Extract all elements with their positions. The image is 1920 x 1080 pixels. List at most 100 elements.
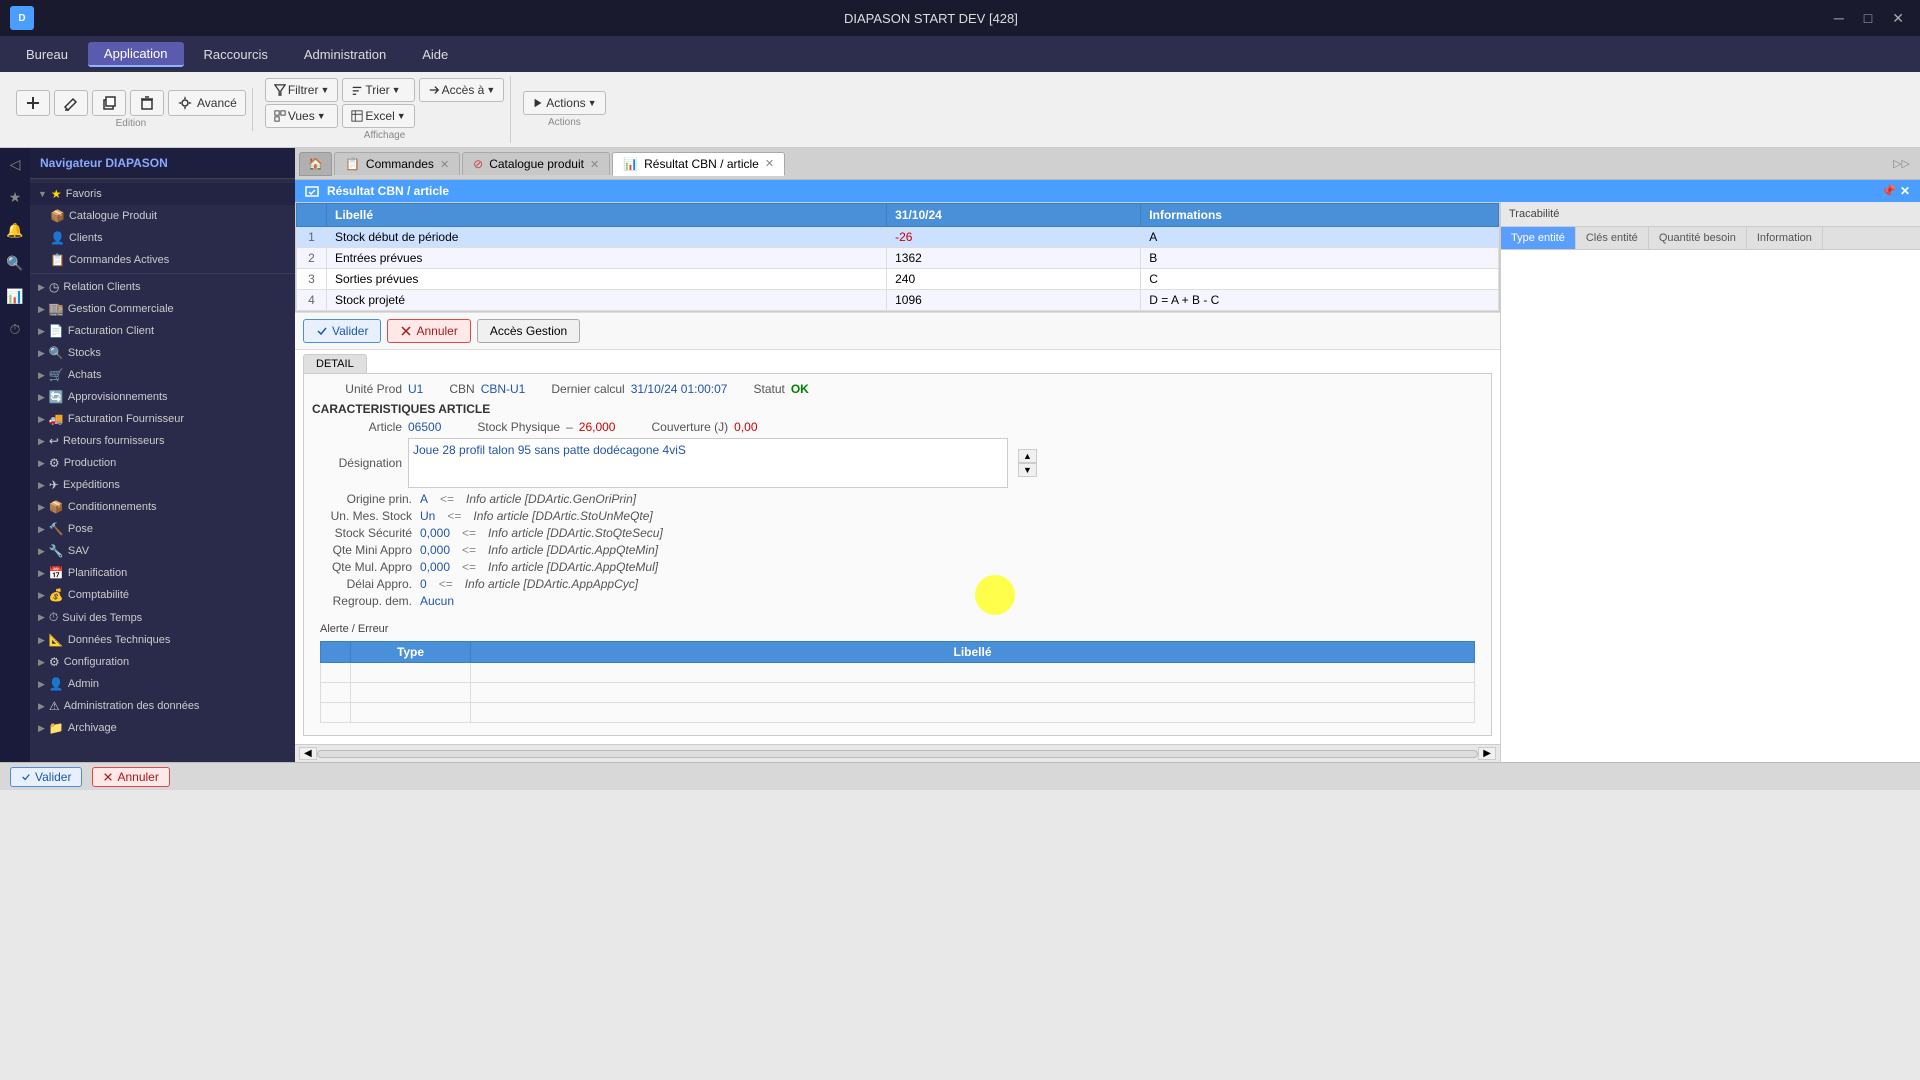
star-icon[interactable]: ★ <box>5 185 26 210</box>
toolbar-affichage-group: Filtrer ▼ Vues ▼ Trier ▼ Excel <box>259 76 511 143</box>
relation-arrow: ▶ <box>38 282 45 293</box>
menu-administration[interactable]: Administration <box>288 43 402 66</box>
toolbar-edition-buttons: Avancé <box>16 90 246 116</box>
sidebar-item-retours-fournisseurs[interactable]: ▶ ↩ Retours fournisseurs <box>30 430 295 452</box>
sidebar-item-suivi-temps[interactable]: ▶ ⏱ Suivi des Temps <box>30 606 295 629</box>
archivage-arrow: ▶ <box>38 723 45 734</box>
tab-catalogue[interactable]: ⊘ Catalogue produit ✕ <box>462 152 610 175</box>
access-button[interactable]: Accès à ▼ <box>419 78 505 102</box>
settings-button[interactable]: Avancé <box>168 90 246 116</box>
panel-pin-icon[interactable]: 📌 <box>1881 184 1896 198</box>
sidebar-item-catalogue[interactable]: 📦 Catalogue Produit <box>30 205 295 227</box>
toolbar: Avancé Edition Filtrer ▼ Vues ▼ <box>0 72 1920 148</box>
tab-resultat[interactable]: 📊 Résultat CBN / article ✕ <box>612 152 785 176</box>
sidebar-item-commandes-actives[interactable]: 📋 Commandes Actives <box>30 249 295 271</box>
statusbar-valider-button[interactable]: Valider <box>10 767 82 787</box>
menu-application[interactable]: Application <box>88 42 184 67</box>
sidebar-item-facturation-fournisseur[interactable]: ▶ 🚚 Facturation Fournisseur <box>30 408 295 430</box>
designation-scroll-down[interactable]: ▼ <box>1018 463 1037 477</box>
sidebar-item-comptabilite[interactable]: ▶ 💰 Comptabilité <box>30 584 295 606</box>
table-row[interactable]: 3 Sorties prévues 240 C <box>297 269 1499 290</box>
add-button[interactable] <box>16 90 50 116</box>
sidebar-item-admin[interactable]: ▶ 👤 Admin <box>30 673 295 695</box>
panel-close-icon[interactable]: ✕ <box>1900 184 1910 198</box>
sidebar-item-relation-clients[interactable]: ▶ ◷ Relation Clients <box>30 276 295 298</box>
tab-commandes-close[interactable]: ✕ <box>440 158 449 171</box>
search-sidebar-icon[interactable]: 🔍 <box>2 251 27 276</box>
sidebar-item-production[interactable]: ▶ ⚙ Production <box>30 452 295 474</box>
table-row[interactable]: 4 Stock projeté 1096 D = A + B - C <box>297 290 1499 311</box>
tab-catalogue-close[interactable]: ✕ <box>590 158 599 171</box>
sidebar-item-sav[interactable]: ▶ 🔧 SAV <box>30 540 295 562</box>
edit-button[interactable] <box>54 90 88 116</box>
copy-button[interactable] <box>92 90 126 116</box>
statusbar-annuler-button[interactable]: Annuler <box>92 767 169 787</box>
sidebar-item-conditionnements[interactable]: ▶ 📦 Conditionnements <box>30 496 295 518</box>
sidebar-item-pose[interactable]: ▶ 🔨 Pose <box>30 518 295 540</box>
alert-libelle-3 <box>471 703 1475 723</box>
production-arrow: ▶ <box>38 458 45 469</box>
sidebar-item-clients[interactable]: 👤 Clients <box>30 227 295 249</box>
field-value-2: 0,000 <box>420 526 450 540</box>
excel-button[interactable]: Excel ▼ <box>342 104 414 128</box>
menu-aide[interactable]: Aide <box>406 43 464 66</box>
trac-tab-cles-entite[interactable]: Clés entité <box>1576 227 1649 249</box>
chart-icon[interactable]: 📊 <box>2 284 27 309</box>
scroll-right[interactable]: ▶ <box>1478 747 1496 760</box>
collapse-icon[interactable]: ◁ <box>6 152 25 177</box>
sidebar-item-facturation-client[interactable]: ▶ 📄 Facturation Client <box>30 320 295 342</box>
cbn-value[interactable]: CBN-U1 <box>481 382 526 396</box>
sidebar-nav: ▼ ★ Favoris 📦 Catalogue Produit 👤 Client… <box>30 179 295 762</box>
article-value[interactable]: 06500 <box>408 420 441 434</box>
sidebar-item-gestion-commerciale[interactable]: ▶ 🏬 Gestion Commerciale <box>30 298 295 320</box>
table-row[interactable]: 2 Entrées prévues 1362 B <box>297 248 1499 269</box>
detail-section: DETAIL Unité Prod U1 CBN CBN-U1 Dernier … <box>295 350 1500 744</box>
menu-bureau[interactable]: Bureau <box>10 43 84 66</box>
h-scroll-track[interactable] <box>317 750 1479 758</box>
bell-icon[interactable]: 🔔 <box>2 218 27 243</box>
sidebar-item-planification[interactable]: ▶ 📅 Planification <box>30 562 295 584</box>
sidebar-item-donnees-techniques[interactable]: ▶ 📐 Données Techniques <box>30 629 295 651</box>
trac-tab-information[interactable]: Information <box>1747 227 1823 249</box>
sidebar-item-favoris[interactable]: ▼ ★ Favoris <box>30 183 295 205</box>
sidebar-item-admin-donnees[interactable]: ▶ ⚠ Administration des données <box>30 695 295 717</box>
valider-button[interactable]: Valider <box>303 319 381 343</box>
sort-button[interactable]: Trier ▼ <box>342 78 414 102</box>
actions-button[interactable]: Actions ▼ <box>523 91 605 115</box>
admin-arrow: ▶ <box>38 679 45 690</box>
annuler-button[interactable]: Annuler <box>387 319 470 343</box>
close-button[interactable]: ✕ <box>1886 8 1910 29</box>
titlebar: D DIAPASON START DEV [428] ─ □ ✕ <box>0 0 1920 36</box>
sidebar-item-stocks[interactable]: ▶ 🔍 Stocks <box>30 342 295 364</box>
trac-tab-type-entite[interactable]: Type entité <box>1501 227 1576 249</box>
sidebar-item-configuration[interactable]: ▶ ⚙ Configuration <box>30 651 295 673</box>
tab-expand[interactable]: ▷▷ <box>1887 153 1916 174</box>
sidebar-item-approvisionnements[interactable]: ▶ 🔄 Approvisionnements <box>30 386 295 408</box>
designation-value: Joue 28 profil talon 95 sans patte dodéc… <box>413 443 686 457</box>
admin-data-label: Administration des données <box>64 700 200 712</box>
menu-raccourcis[interactable]: Raccourcis <box>188 43 284 66</box>
trac-tab-quantite-besoin[interactable]: Quantité besoin <box>1649 227 1747 249</box>
table-row[interactable]: 1 Stock début de période -26 A <box>297 227 1499 248</box>
sidebar-item-expeditions[interactable]: ▶ ✈ Expéditions <box>30 474 295 496</box>
unite-prod-label: Unité Prod <box>312 382 402 396</box>
scroll-left[interactable]: ◀ <box>299 747 317 760</box>
tab-resultat-close[interactable]: ✕ <box>765 157 774 170</box>
row-libelle-4: Stock projeté <box>327 290 887 311</box>
clock-icon[interactable]: ⏱ <box>6 317 25 342</box>
minimize-button[interactable]: ─ <box>1828 8 1850 29</box>
tab-home[interactable]: 🏠 <box>299 152 332 176</box>
filter-button[interactable]: Filtrer ▼ <box>265 78 339 102</box>
action-buttons-bar: Valider Annuler Accès Gestion <box>295 312 1500 350</box>
tab-commandes[interactable]: 📋 Commandes ✕ <box>334 152 460 175</box>
views-button[interactable]: Vues ▼ <box>265 104 339 128</box>
designation-scroll-up[interactable]: ▲ <box>1018 449 1037 463</box>
unite-prod-value[interactable]: U1 <box>408 382 423 396</box>
row-info-4: D = A + B - C <box>1141 290 1499 311</box>
maximize-button[interactable]: □ <box>1858 8 1878 29</box>
acces-gestion-button[interactable]: Accès Gestion <box>477 319 580 343</box>
sidebar-item-achats[interactable]: ▶ 🛒 Achats <box>30 364 295 386</box>
delete-button[interactable] <box>130 90 164 116</box>
detail-tab[interactable]: DETAIL <box>303 354 367 373</box>
sidebar-item-archivage[interactable]: ▶ 📁 Archivage <box>30 717 295 739</box>
